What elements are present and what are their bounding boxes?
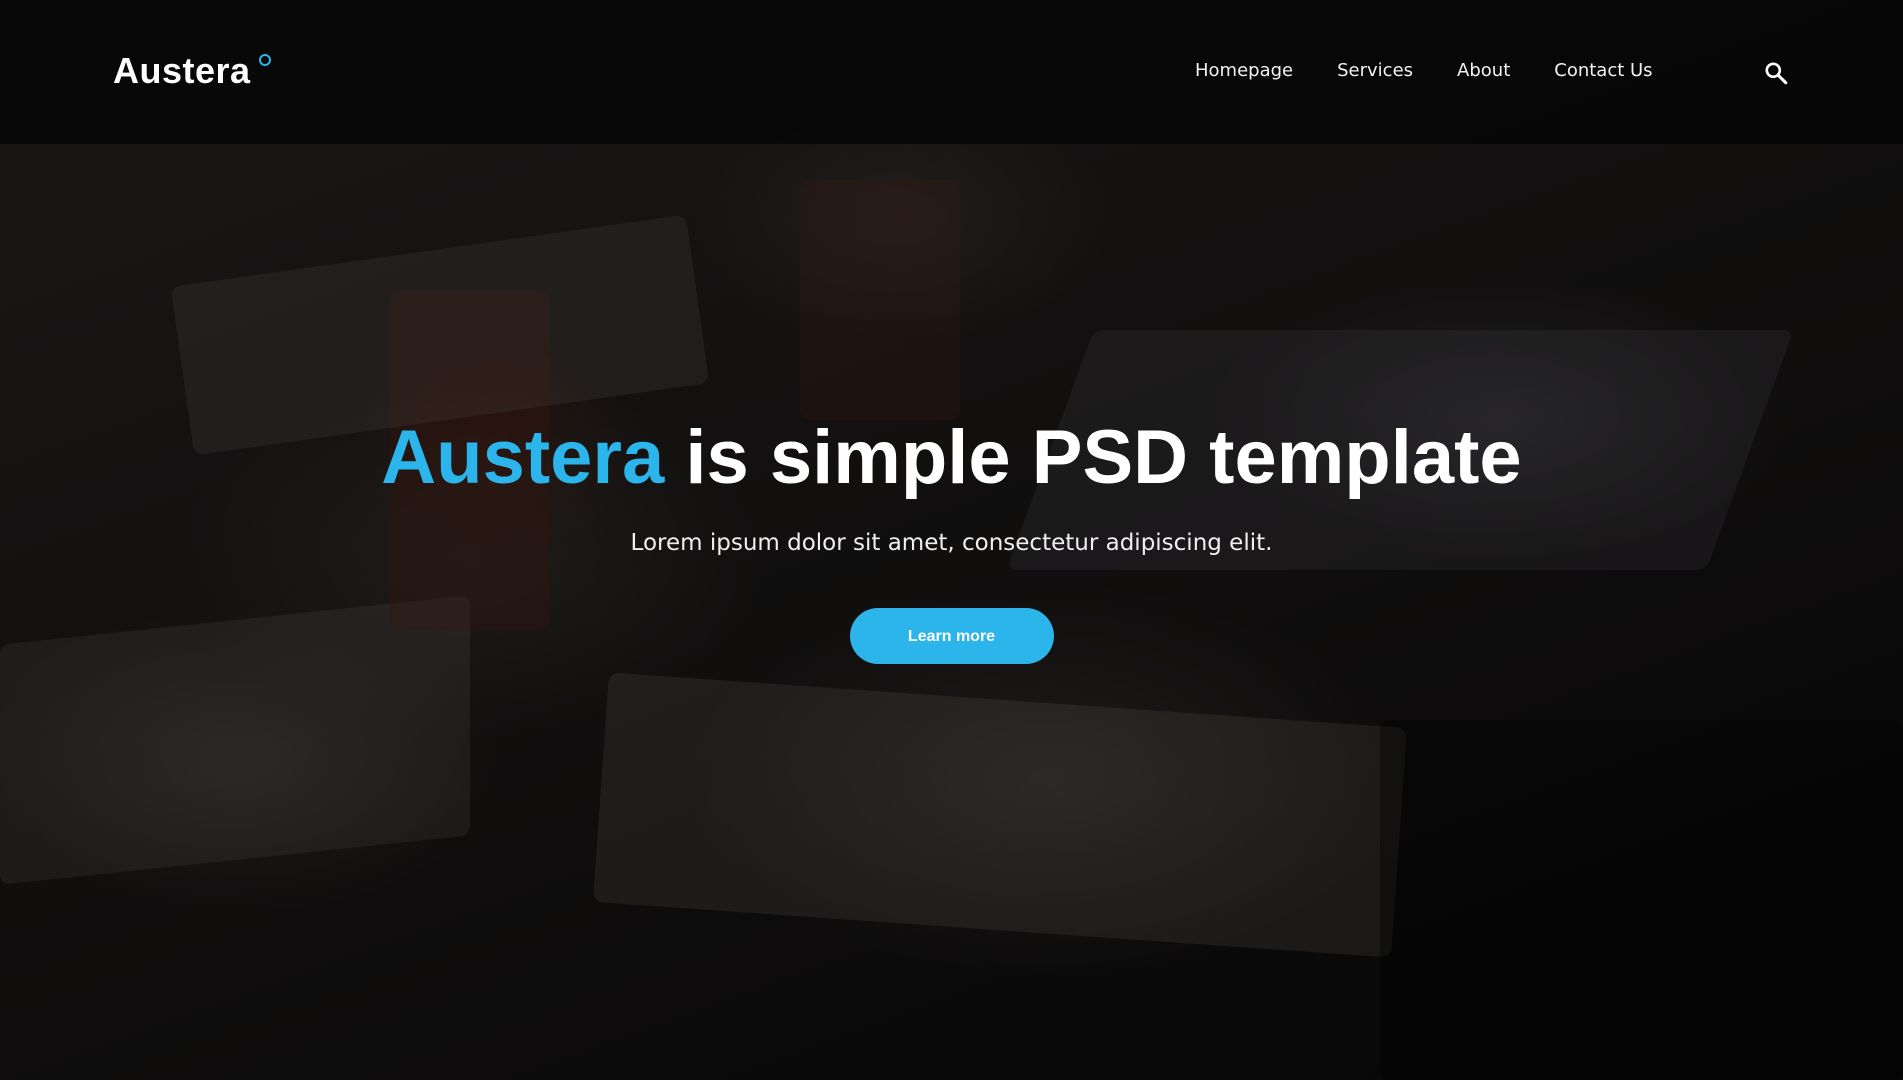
site-header: Austera Homepage Services About Contact …	[0, 0, 1903, 144]
hero-title-accent: Austera	[381, 415, 665, 500]
nav-link-about[interactable]: About	[1457, 60, 1510, 81]
hero-title-rest: is simple PSD template	[664, 415, 1522, 500]
nav-link-services[interactable]: Services	[1337, 60, 1413, 81]
nav-link-contact-us[interactable]: Contact Us	[1554, 60, 1652, 81]
nav-link-homepage[interactable]: Homepage	[1195, 60, 1293, 81]
hero-title: Austera is simple PSD template	[0, 410, 1903, 506]
learn-more-button[interactable]: Learn more	[849, 608, 1054, 664]
logo[interactable]: Austera	[113, 50, 251, 92]
landing-page: Austera Homepage Services About Contact …	[0, 0, 1903, 1080]
logo-dot-icon	[259, 54, 271, 66]
main-nav: Homepage Services About Contact Us	[1195, 60, 1653, 81]
search-icon	[1765, 62, 1788, 85]
hero-subtitle: Lorem ipsum dolor sit amet, consectetur …	[630, 530, 1273, 556]
search-button[interactable]	[1763, 60, 1789, 86]
hero-content: Austera is simple PSD template Lorem ips…	[0, 410, 1903, 664]
